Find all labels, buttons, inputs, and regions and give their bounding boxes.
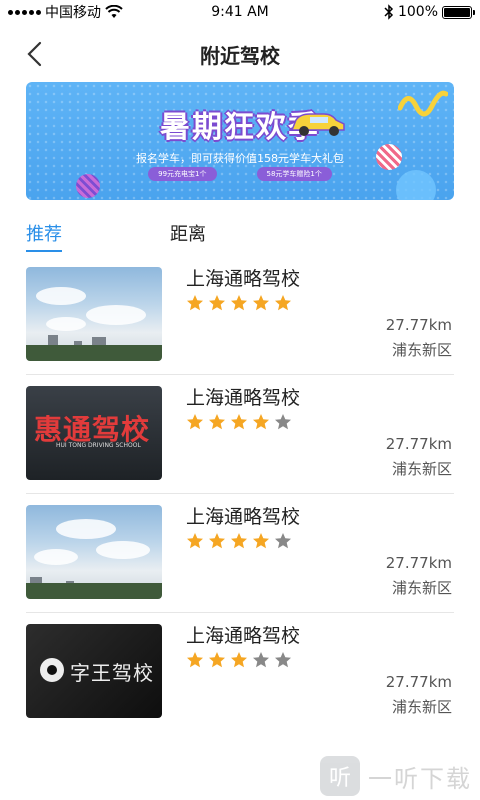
page-title: 附近驾校 [200,43,280,68]
star-filled-icon [187,652,203,668]
watermark-text: 一听下载 [368,764,472,793]
star-filled-icon [231,533,247,549]
nav-bar: 附近驾校 [0,30,480,78]
school-name: 上海通略驾校 [186,268,301,290]
star-filled-icon [231,652,247,668]
promo-banner[interactable]: 暑期狂欢季 报名学车，即可获得价值158元学车大礼包 99元充电宝1个 58元学… [26,82,454,200]
school-logo-subtext: HUI TONG DRIVING SCHOOL [56,442,141,449]
school-name: 上海通略驾校 [186,625,301,647]
status-right: 100% [384,4,475,20]
star-filled-icon [275,295,291,311]
status-bar: 中国移动 9:41 AM 100% [0,0,480,24]
tab-bar: 推荐 距离 [26,220,454,252]
school-name: 上海通略驾校 [186,387,301,409]
bluetooth-icon [384,4,394,20]
star-filled-icon [209,533,225,549]
school-distance: 27.77km [385,435,452,453]
watermark-icon: 听 [320,756,360,796]
star-empty-icon [275,533,291,549]
star-filled-icon [253,295,269,311]
car-icon [290,113,345,136]
star-empty-icon [253,652,269,668]
battery-icon [442,5,475,19]
school-logo-text: 字王驾校 [70,661,154,685]
star-filled-icon [253,533,269,549]
banner-subtitle: 报名学车，即可获得价值158元学车大礼包 [136,152,344,165]
rating-stars [186,294,292,312]
list-item[interactable]: 上海通略驾校 27.77km 浦东新区 [26,256,454,375]
signal-icon [8,9,41,15]
star-filled-icon [187,414,203,430]
star-filled-icon [209,414,225,430]
banner-pills: 99元充电宝1个 58元学车赠险1个 [26,167,454,181]
star-filled-icon [231,295,247,311]
list-item[interactable]: 字王驾校 上海通略驾校 27.77km 浦东新区 [26,613,454,732]
banner-pill-left: 99元充电宝1个 [148,167,217,181]
star-empty-icon [275,652,291,668]
school-list: 上海通略驾校 27.77km 浦东新区 惠通驾校 HUI TONG DRIVIN… [26,256,454,732]
wifi-icon [105,5,123,18]
carrier-label: 中国移动 [45,5,101,21]
star-filled-icon [253,414,269,430]
star-empty-icon [275,414,291,430]
rating-stars [186,413,292,431]
school-thumbnail: 惠通驾校 HUI TONG DRIVING SCHOOL [26,386,162,480]
star-filled-icon [187,295,203,311]
chevron-left-icon [27,41,42,67]
status-left: 中国移动 [8,2,123,22]
star-filled-icon [209,652,225,668]
battery-label: 100% [397,4,438,20]
school-distance: 27.77km [385,316,452,334]
list-item[interactable]: 惠通驾校 HUI TONG DRIVING SCHOOL 上海通略驾校 27.7… [26,375,454,494]
tab-distance[interactable]: 距离 [170,220,206,252]
school-district: 浦东新区 [391,579,452,597]
star-filled-icon [209,295,225,311]
school-distance: 27.77km [385,673,452,691]
school-distance: 27.77km [385,554,452,572]
school-thumbnail [26,267,162,361]
school-name: 上海通略驾校 [186,506,301,528]
list-item[interactable]: 上海通略驾校 27.77km 浦东新区 [26,494,454,613]
school-thumbnail: 字王驾校 [26,624,162,718]
banner-pill-right: 58元学车赠险1个 [256,167,332,181]
watermark: 听 一听下载 [320,756,472,796]
school-district: 浦东新区 [391,460,452,478]
star-filled-icon [187,533,203,549]
star-filled-icon [231,414,247,430]
school-logo-mark [40,658,64,682]
tab-recommended[interactable]: 推荐 [26,220,62,252]
banner-headline: 暑期狂欢季 [160,110,320,145]
school-district: 浦东新区 [391,341,452,359]
school-district: 浦东新区 [391,698,452,716]
back-button[interactable] [18,38,50,70]
school-thumbnail [26,505,162,599]
rating-stars [186,532,292,550]
rating-stars [186,651,292,669]
